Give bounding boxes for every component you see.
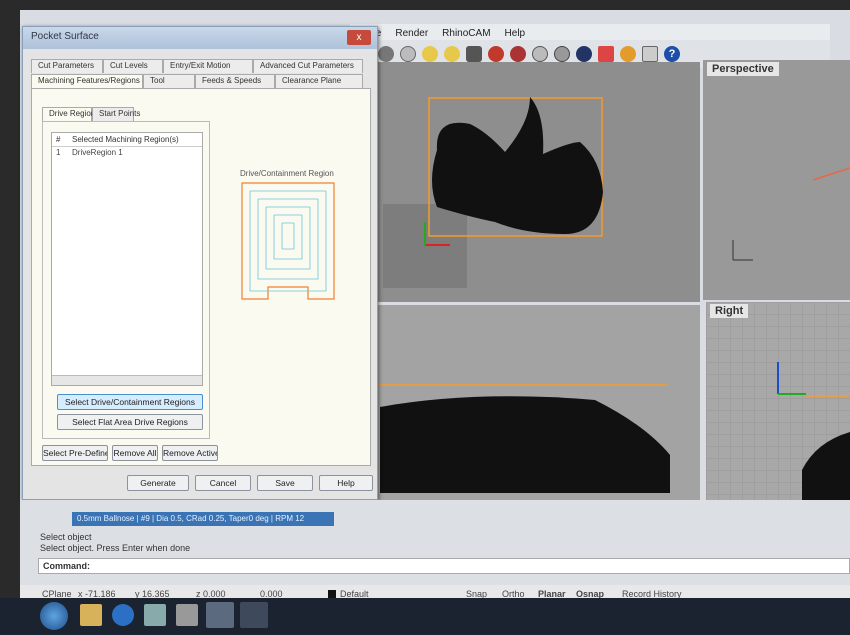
col-region: Selected Machining Region(s) (72, 135, 179, 144)
save-button[interactable]: Save (257, 475, 313, 491)
regions-list[interactable]: # Selected Machining Region(s) 1 DriveRe… (51, 132, 203, 386)
taskbar (0, 598, 850, 635)
cancel-button[interactable]: Cancel (195, 475, 251, 491)
app-icon[interactable] (176, 604, 198, 626)
tab-tool[interactable]: Tool (143, 74, 195, 88)
clip-icon[interactable] (642, 46, 658, 62)
browser-icon[interactable] (112, 604, 134, 626)
circle-icon[interactable] (400, 46, 416, 62)
horizontal-scrollbar[interactable] (52, 375, 202, 385)
chrome-task-icon[interactable] (240, 602, 268, 628)
sphere-icon[interactable] (532, 46, 548, 62)
bulb-icon[interactable] (444, 46, 460, 62)
tab-feeds-speeds[interactable]: Feeds & Speeds (195, 74, 275, 88)
command-history-line: Select object (40, 532, 92, 542)
flower-icon[interactable] (620, 46, 636, 62)
sphere-icon[interactable] (554, 46, 570, 62)
bulb-icon[interactable] (422, 46, 438, 62)
car-icon[interactable] (378, 46, 394, 62)
start-button-icon[interactable] (40, 602, 68, 630)
region-preview (241, 182, 335, 300)
preview-label: Drive/Containment Region (240, 169, 334, 178)
viewport-perspective[interactable]: Perspective (703, 60, 850, 300)
menu-item-render[interactable]: Render (395, 28, 428, 39)
sphere-icon[interactable] (576, 46, 592, 62)
tab-row-2: Machining Features/Regions Tool Feeds & … (31, 74, 363, 88)
subtab-row: Drive Regions Start Points (42, 107, 140, 121)
generate-button[interactable]: Generate (127, 475, 189, 491)
menu-item-rhinocam[interactable]: RhinoCAM (442, 28, 490, 39)
row-name: DriveRegion 1 (72, 148, 123, 157)
drive-regions-pane: # Selected Machining Region(s) 1 DriveRe… (42, 121, 210, 439)
subtab-drive-regions[interactable]: Drive Regions (42, 107, 99, 121)
tab-row-1: Cut Parameters Cut Levels Entry/Exit Mot… (31, 59, 363, 73)
tab-machining-features-regions[interactable]: Machining Features/Regions (31, 74, 143, 88)
dialog-title-bar[interactable]: Pocket Surface x (23, 27, 377, 49)
front-profile-shape (380, 396, 670, 493)
tab-clearance-plane[interactable]: Clearance Plane (275, 74, 363, 88)
subtab-start-points[interactable]: Start Points (92, 107, 140, 121)
row-num: 1 (56, 148, 61, 157)
arrow-icon[interactable] (598, 46, 614, 62)
tab-pane: Drive Regions Start Points # Selected Ma… (31, 88, 371, 466)
explorer-icon[interactable] (80, 604, 102, 626)
tab-advanced-cut-parameters[interactable]: Advanced Cut Parameters (253, 59, 363, 73)
help-button[interactable]: Help (319, 475, 373, 491)
layer-color-swatch (328, 590, 336, 598)
top-view-drawing (424, 97, 603, 246)
screen: alyze Render RhinoCAM Help ? Perspect (0, 0, 850, 635)
command-prompt[interactable]: Command: (38, 558, 850, 574)
list-item[interactable]: 1 DriveRegion 1 (52, 147, 202, 160)
pocket-surface-dialog: Pocket Surface x Cut Parameters Cut Leve… (22, 26, 378, 500)
brush-icon[interactable] (488, 46, 504, 62)
sphere-icon[interactable] (510, 46, 526, 62)
tool-info-strip: 0.5mm Ballnose | #9 | Dia 0.5, CRad 0.25… (72, 512, 334, 526)
viewport-top[interactable] (375, 62, 700, 302)
close-button[interactable]: x (347, 30, 371, 45)
tab-cut-levels[interactable]: Cut Levels (103, 59, 163, 73)
remove-active-button[interactable]: Remove Active (162, 445, 218, 461)
select-flat-area-button[interactable]: Select Flat Area Drive Regions (57, 414, 203, 430)
tab-cut-parameters[interactable]: Cut Parameters (31, 59, 103, 73)
tab-entry-exit-motion[interactable]: Entry/Exit Motion (163, 59, 253, 73)
menu-item-help[interactable]: Help (505, 28, 526, 39)
app-icon[interactable] (144, 604, 166, 626)
command-area: 0.5mm Ballnose | #9 | Dia 0.5, CRad 0.25… (20, 500, 850, 590)
rhino-task-icon[interactable] (206, 602, 234, 628)
dialog-title: Pocket Surface (31, 31, 99, 42)
lock-icon[interactable] (466, 46, 482, 62)
remove-all-button[interactable]: Remove All (112, 445, 158, 461)
col-num: # (56, 135, 61, 144)
command-history-line: Select object. Press Enter when done (40, 543, 191, 553)
select-predefined-button[interactable]: Select Pre-Defined (42, 445, 108, 461)
select-drive-regions-button[interactable]: Select Drive/Containment Regions (57, 394, 203, 410)
list-header: # Selected Machining Region(s) (52, 133, 202, 147)
help-icon[interactable]: ? (664, 46, 680, 62)
hand-shape (432, 97, 603, 234)
